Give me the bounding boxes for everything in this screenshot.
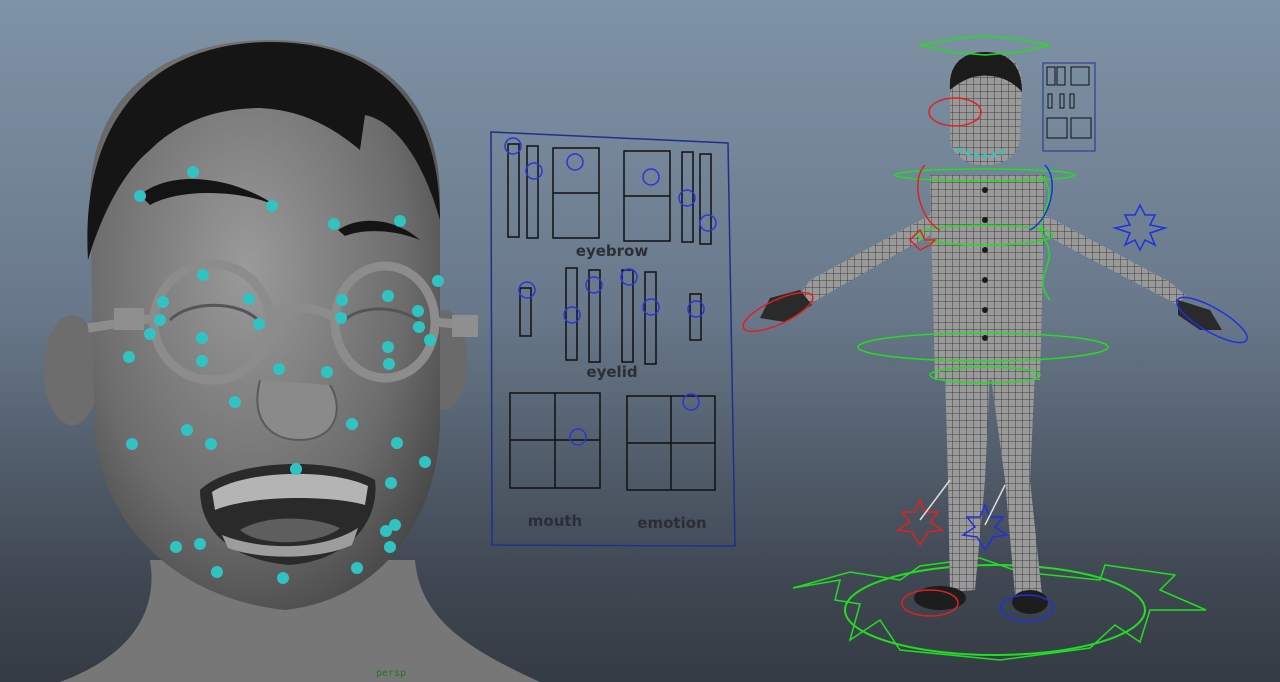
character-body-rig[interactable] bbox=[738, 35, 1252, 661]
camera-label: persp bbox=[376, 668, 407, 679]
mini-face-panel bbox=[1042, 62, 1096, 152]
left-pole-line bbox=[919, 479, 951, 521]
character-head-closeup[interactable] bbox=[44, 40, 540, 682]
nose bbox=[256, 379, 338, 442]
maya-viewport[interactable]: eyebrow eyelid mouth emotion persp bbox=[0, 0, 1280, 682]
right-ik-arrows bbox=[1112, 203, 1168, 252]
panel-label-mouth: mouth bbox=[528, 512, 582, 530]
panel-label-eyelid: eyelid bbox=[586, 363, 637, 381]
panel-label-eyebrow: eyebrow bbox=[576, 242, 649, 260]
panel-label-emotion: emotion bbox=[637, 514, 706, 532]
viewport-scene[interactable]: eyebrow eyelid mouth emotion bbox=[0, 0, 1280, 682]
glasses-hinge-right bbox=[452, 315, 478, 337]
left-arm-mesh bbox=[800, 178, 935, 305]
facial-control-panel[interactable]: eyebrow eyelid mouth emotion bbox=[490, 131, 736, 547]
right-leg-mesh bbox=[990, 370, 1042, 595]
right-shoe bbox=[1012, 590, 1048, 614]
jacket-mesh bbox=[930, 175, 1045, 380]
glasses-hinge-left bbox=[114, 308, 144, 330]
left-shoe bbox=[914, 586, 966, 610]
right-arm-mesh bbox=[1040, 178, 1185, 305]
left-knee-control bbox=[895, 498, 945, 547]
panel-control-circles bbox=[504, 137, 717, 446]
